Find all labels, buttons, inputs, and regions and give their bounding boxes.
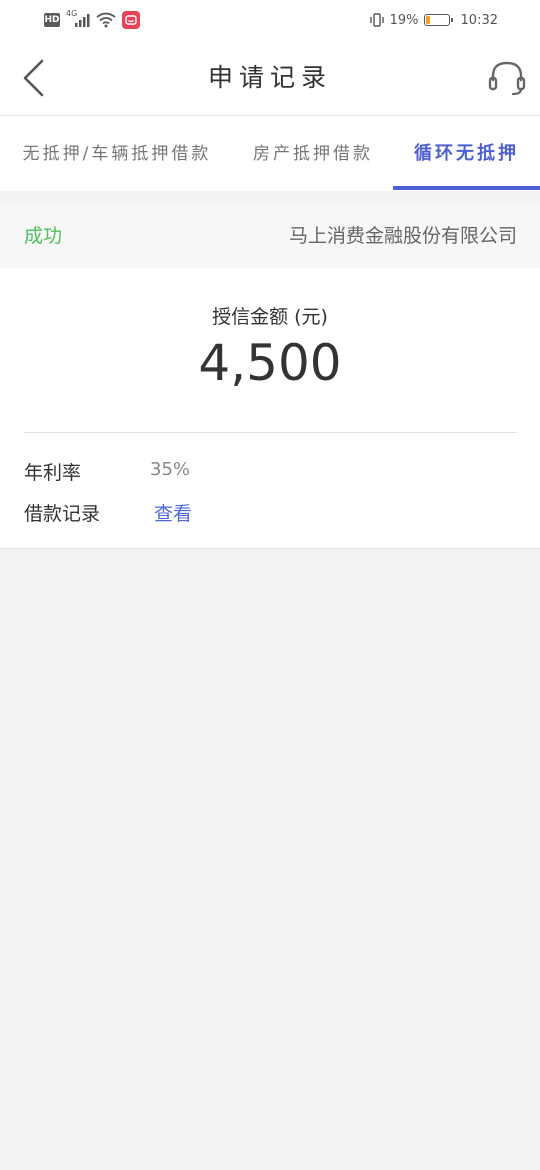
battery-icon <box>423 14 453 26</box>
status-right: 19% 10:32 <box>369 11 498 29</box>
active-tab-indicator <box>393 186 540 190</box>
tab-revolving-unsecured[interactable]: 循环无抵押 <box>393 116 540 191</box>
vibrate-icon <box>369 13 384 27</box>
customer-service-button[interactable] <box>486 56 528 98</box>
clock-time: 10:32 <box>460 12 498 28</box>
tab-unsecured-car-loan[interactable]: 无抵押/车辆抵押借款 <box>14 116 220 191</box>
annual-rate-label: 年利率 <box>24 462 82 484</box>
battery-percent: 19% <box>389 12 419 28</box>
record-card: 授信金额 (元) 4,500 年利率 35% 借款记录 查看 <box>0 268 540 549</box>
app-notification-icon <box>122 11 140 29</box>
chevron-left-icon <box>23 59 44 97</box>
wifi-icon <box>96 12 116 28</box>
record-header: 成功 马上消费金融股份有限公司 <box>0 205 540 268</box>
tab-property-loan[interactable]: 房产抵押借款 <box>246 116 380 191</box>
page-title: 申请记录 <box>207 63 332 92</box>
headset-icon <box>488 61 526 96</box>
battery-level <box>425 16 430 24</box>
back-button[interactable] <box>14 54 54 102</box>
divider <box>24 432 517 433</box>
credit-amount-label: 授信金额 (元) <box>212 306 328 328</box>
signal-icon: 4G <box>66 9 90 28</box>
annual-rate-value: 35% <box>150 459 191 480</box>
record-type-tabs: 无抵押/车辆抵押借款 房产抵押借款 循环无抵押 <box>0 116 540 191</box>
company-name: 马上消费金融股份有限公司 <box>288 225 517 247</box>
view-loan-record-link[interactable]: 查看 <box>154 499 192 526</box>
status-left: HD 4G <box>44 9 140 29</box>
status-bar: HD 4G 19% 10:32 <box>0 0 540 40</box>
hd-badge: HD <box>44 13 60 27</box>
loan-record-label: 借款记录 <box>24 503 101 525</box>
credit-amount-value: 4,500 <box>198 334 342 392</box>
network-label: 4G <box>66 9 78 18</box>
app-header: 申请记录 <box>0 40 540 116</box>
status-badge: 成功 <box>24 225 63 247</box>
